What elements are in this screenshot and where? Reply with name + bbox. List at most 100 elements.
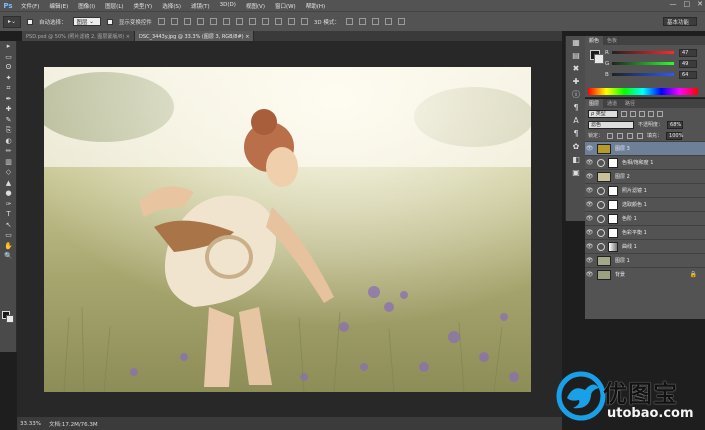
tool-icon[interactable]: ✚	[0, 104, 17, 115]
eye-icon[interactable]: 👁	[585, 215, 594, 222]
tool-icon[interactable]: ✒	[0, 94, 17, 105]
color-spectrum-ramp[interactable]	[588, 88, 698, 95]
layer-row[interactable]: 👁 照片滤镜 1	[585, 183, 705, 197]
eye-icon[interactable]: 👁	[585, 271, 594, 278]
distribute-center-icon[interactable]	[287, 18, 295, 25]
layers-panel-tab[interactable]: 路径	[621, 99, 639, 108]
rgb-value-field[interactable]: 49	[679, 59, 697, 68]
rgb-value-field[interactable]: 64	[679, 70, 697, 79]
eye-icon[interactable]: 👁	[585, 159, 594, 166]
3d-slide-icon[interactable]	[384, 18, 392, 25]
align-top-icon[interactable]	[157, 18, 165, 25]
tool-icon[interactable]: ⎘	[0, 125, 17, 136]
3d-pan-icon[interactable]	[371, 18, 379, 25]
show-transform-checkbox[interactable]	[106, 18, 113, 25]
layer-row[interactable]: 👁 选取颜色 1	[585, 197, 705, 211]
panel-toggle-icon[interactable]: ✖	[566, 62, 586, 75]
layers-panel-tab[interactable]: 通道	[603, 99, 621, 108]
menu-item[interactable]: 文件(F)	[16, 2, 44, 10]
layer-row[interactable]: 👁 曲线 1	[585, 239, 705, 253]
filter-smart-icon[interactable]	[657, 110, 663, 117]
tool-icon[interactable]: ◇	[0, 167, 17, 178]
panel-toggle-icon[interactable]: A	[566, 114, 586, 127]
eye-icon[interactable]: 👁	[585, 229, 594, 236]
tool-icon[interactable]: ✦	[0, 73, 17, 84]
distribute-left-icon[interactable]	[274, 18, 282, 25]
align-right-icon[interactable]	[222, 18, 230, 25]
rgb-slider[interactable]	[612, 62, 674, 65]
layer-row[interactable]: 👁 图层 3	[585, 141, 705, 155]
menu-item[interactable]: 编辑(E)	[44, 2, 73, 10]
tool-icon[interactable]: ◐	[0, 136, 17, 147]
auto-select-checkbox[interactable]	[27, 18, 33, 25]
layer-row[interactable]: 👁 色阶 1	[585, 211, 705, 225]
panel-toggle-icon[interactable]: ▤	[566, 49, 586, 62]
blend-mode-dropdown[interactable]: 滤色	[588, 120, 634, 129]
layer-row[interactable]: 👁 图层 1	[585, 253, 705, 267]
tool-icon[interactable]: ʘ	[0, 62, 17, 73]
tool-icon[interactable]: ▸	[0, 41, 17, 52]
tool-icon[interactable]: ▲	[0, 178, 17, 189]
panel-toggle-icon[interactable]: ▦	[566, 36, 586, 49]
tool-icon[interactable]: ↖	[0, 220, 17, 231]
document-size-info[interactable]: 文档:17.2M/76.3M	[49, 420, 98, 428]
rgb-slider[interactable]	[612, 73, 674, 76]
panel-toggle-icon[interactable]: ◧	[566, 153, 586, 166]
tool-icon[interactable]: ⌗	[0, 83, 17, 94]
panel-toggle-icon[interactable]: ¶	[566, 127, 586, 140]
menu-item[interactable]: 图层(L)	[100, 2, 128, 10]
tool-icon[interactable]: ✏	[0, 146, 17, 157]
color-panel-tab[interactable]: 颜色	[585, 36, 604, 45]
tool-icon[interactable]: ●	[0, 188, 17, 199]
filter-adjust-icon[interactable]	[630, 110, 636, 117]
align-bottom-icon[interactable]	[183, 18, 191, 25]
lock-all-icon[interactable]	[637, 132, 644, 139]
distribute-right-icon[interactable]	[300, 18, 308, 25]
distribute-top-icon[interactable]	[235, 18, 243, 25]
eye-icon[interactable]: 👁	[585, 243, 594, 250]
panel-toggle-icon[interactable]: ✿	[566, 140, 586, 153]
panel-toggle-icon[interactable]: ✚	[566, 75, 586, 88]
eye-icon[interactable]: 👁	[585, 187, 594, 194]
rgb-slider[interactable]	[612, 51, 674, 54]
opacity-field[interactable]: 68%	[667, 120, 684, 129]
distribute-bottom-icon[interactable]	[261, 18, 269, 25]
filter-pixel-icon[interactable]	[621, 110, 627, 117]
tool-icon[interactable]: ✑	[0, 199, 17, 210]
tool-icon[interactable]: ▭	[0, 230, 17, 241]
lock-position-icon[interactable]	[627, 132, 634, 139]
menu-item[interactable]: 帮助(H)	[301, 2, 330, 10]
distribute-middle-icon[interactable]	[248, 18, 256, 25]
filter-shape-icon[interactable]	[648, 110, 654, 117]
menu-item[interactable]: 视图(V)	[241, 2, 270, 10]
eye-icon[interactable]: 👁	[585, 173, 594, 180]
layer-row[interactable]: 👁 色相/饱和度 1	[585, 155, 705, 169]
fill-field[interactable]: 100%	[666, 131, 683, 140]
tool-icon[interactable]: ✎	[0, 115, 17, 126]
menu-item[interactable]: 窗口(W)	[270, 2, 301, 10]
panel-toggle-icon[interactable]: ¶	[566, 101, 586, 114]
panel-toggle-icon[interactable]: ▣	[566, 166, 586, 179]
align-middle-icon[interactable]	[170, 18, 178, 25]
panel-toggle-icon[interactable]: ⓘ	[566, 88, 586, 101]
close-icon[interactable]: ✕	[697, 0, 703, 8]
eye-icon[interactable]: 👁	[585, 201, 594, 208]
rgb-value-field[interactable]: 47	[679, 48, 697, 57]
photo-canvas[interactable]	[44, 67, 531, 392]
eye-icon[interactable]: 👁	[585, 145, 594, 152]
menu-item[interactable]: 图像(I)	[73, 2, 100, 10]
document-tab[interactable]: PSD.psd @ 50% (照片滤镜 2, 图层蒙版/8) ×	[22, 31, 135, 41]
align-center-icon[interactable]	[209, 18, 217, 25]
eye-icon[interactable]: 👁	[585, 257, 594, 264]
maximize-icon[interactable]: □	[684, 0, 691, 8]
layer-row[interactable]: 👁 背景 🔒	[585, 267, 705, 281]
layer-row[interactable]: 👁 色彩平衡 1	[585, 225, 705, 239]
workspace-dropdown[interactable]: 基本功能	[663, 17, 697, 26]
lock-transparent-icon[interactable]	[607, 132, 614, 139]
3d-roll-icon[interactable]	[358, 18, 366, 25]
color-panel-tab[interactable]: 色板	[603, 36, 621, 45]
tool-icon[interactable]: T	[0, 209, 17, 220]
document-tab[interactable]: DSC_3443y.jpg @ 33.3% (图层 3, RGB/8#) ×	[134, 31, 255, 41]
menu-item[interactable]: 3D(D)	[215, 2, 241, 10]
3d-rotate-icon[interactable]	[345, 18, 353, 25]
